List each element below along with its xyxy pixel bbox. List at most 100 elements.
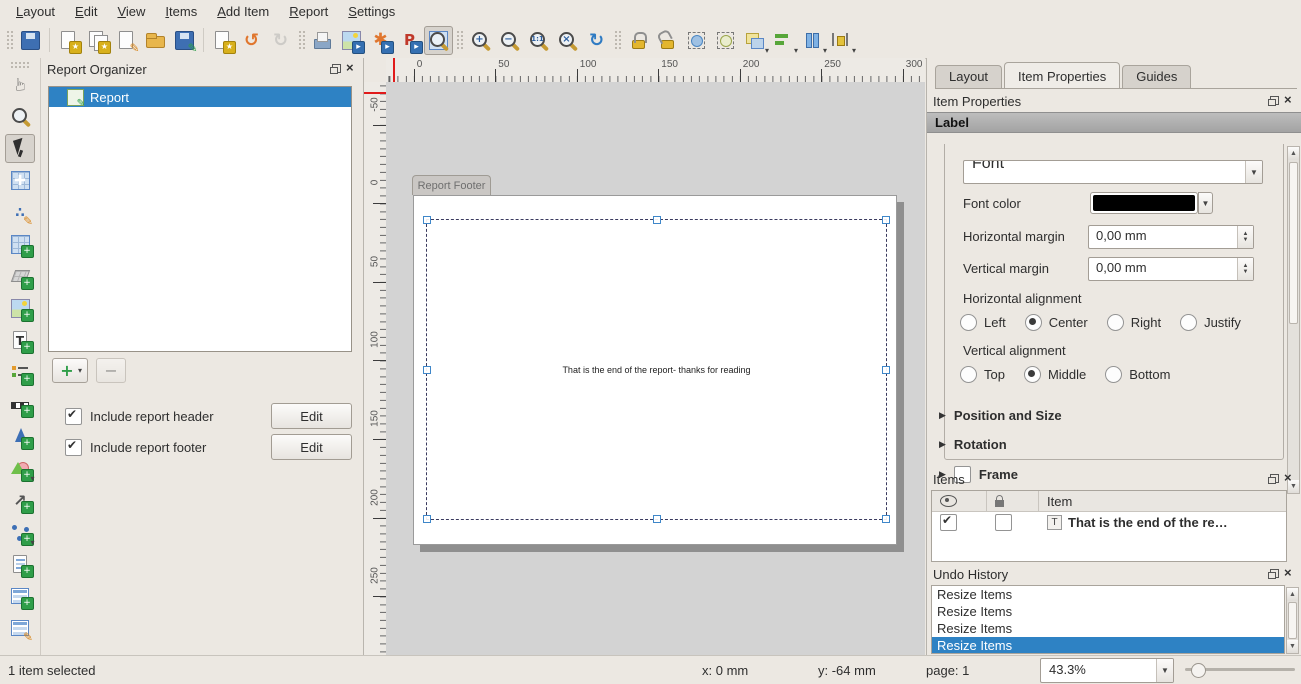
font-color-swatch[interactable] xyxy=(1090,192,1198,214)
close-panel-icon[interactable] xyxy=(1284,474,1295,485)
layout-manager-button[interactable]: ✎ xyxy=(112,26,141,55)
select-move-item-tool-button[interactable] xyxy=(5,134,35,163)
selection-handle[interactable] xyxy=(882,515,890,523)
item-locked-checkbox[interactable] xyxy=(995,514,1012,531)
pan-tool-button[interactable]: ☞ xyxy=(5,70,35,99)
menu-layout[interactable]: Layout xyxy=(6,2,65,21)
halign-left-radio[interactable] xyxy=(960,314,977,331)
new-layout-button[interactable]: ★ xyxy=(54,26,83,55)
item-properties-scrollbar[interactable]: ▲ ▼ xyxy=(1287,146,1300,494)
add-picture-button[interactable]: + xyxy=(5,294,35,323)
edit-nodes-tool-button[interactable]: ∴✎ xyxy=(5,198,35,227)
table-row[interactable]: T That is the end of the re… xyxy=(932,512,1286,533)
zoom-tool-button[interactable] xyxy=(5,102,35,131)
valign-top-radio[interactable] xyxy=(960,366,977,383)
undo-entry[interactable]: Resize Items xyxy=(932,637,1284,654)
scroll-up-icon[interactable]: ▲ xyxy=(1287,588,1298,601)
section-rotation[interactable]: ▶Rotation xyxy=(939,437,1007,452)
menu-settings[interactable]: Settings xyxy=(338,2,405,21)
selection-handle[interactable] xyxy=(653,216,661,224)
selection-handle[interactable] xyxy=(653,515,661,523)
zoom-preview-tool-button[interactable] xyxy=(424,26,453,55)
refresh-view-button[interactable]: ↻ xyxy=(582,26,611,55)
selection-handle[interactable] xyxy=(423,366,431,374)
add-scalebar-button[interactable]: + xyxy=(5,390,35,419)
menu-view[interactable]: View xyxy=(107,2,155,21)
selection-handle[interactable] xyxy=(882,216,890,224)
zoom-out-button[interactable]: − xyxy=(495,26,524,55)
lock-items-button[interactable] xyxy=(624,26,653,55)
tree-item-report[interactable]: Report xyxy=(49,87,351,107)
font-color-dropdown[interactable]: ▼ xyxy=(1198,192,1213,214)
save-project-button[interactable] xyxy=(16,26,45,55)
spinner-arrows-icon[interactable]: ▲▼ xyxy=(1237,226,1253,248)
unlock-items-button[interactable] xyxy=(653,26,682,55)
tab-guides[interactable]: Guides xyxy=(1122,65,1191,88)
zoom-level-combo[interactable]: 43.3% ▼ xyxy=(1040,658,1174,683)
export-image-button[interactable]: ▸ xyxy=(337,26,366,55)
section-position-and-size[interactable]: ▶Position and Size xyxy=(939,408,1062,423)
include-header-checkbox[interactable] xyxy=(65,408,82,425)
redo-button[interactable]: ↻ xyxy=(266,26,295,55)
open-layout-button[interactable] xyxy=(141,26,170,55)
add-fixed-table-button[interactable]: ✎ xyxy=(5,614,35,643)
add-html-button[interactable]: + xyxy=(5,550,35,579)
tab-item-properties[interactable]: Item Properties xyxy=(1004,62,1120,88)
add-label-button[interactable]: T+ xyxy=(5,326,35,355)
scroll-down-icon[interactable]: ▼ xyxy=(1287,640,1298,653)
item-visible-checkbox[interactable] xyxy=(940,514,957,531)
close-panel-icon[interactable] xyxy=(1284,96,1295,107)
font-button[interactable]: Font ▼ xyxy=(963,160,1263,184)
close-panel-icon[interactable] xyxy=(346,64,357,75)
resize-items-button[interactable]: ▾ xyxy=(827,26,856,55)
zoom-slider[interactable] xyxy=(1185,668,1295,671)
deselect-items-button[interactable] xyxy=(711,26,740,55)
menu-report[interactable]: Report xyxy=(279,2,338,21)
undo-history-scrollbar[interactable]: ▲ ▼ xyxy=(1286,587,1299,654)
float-panel-icon[interactable] xyxy=(330,64,341,75)
align-items-button[interactable]: ▾ xyxy=(769,26,798,55)
label-item[interactable]: That is the end of the report- thanks fo… xyxy=(426,219,887,520)
selection-handle[interactable] xyxy=(882,366,890,374)
print-button[interactable] xyxy=(308,26,337,55)
scrollbar-thumb[interactable] xyxy=(1289,162,1298,324)
add-north-arrow-button[interactable]: + xyxy=(5,422,35,451)
add-arrow-button[interactable]: ↗+ xyxy=(5,486,35,515)
canvas-viewport[interactable]: Report Footer That is the end of the rep… xyxy=(386,82,925,656)
export-pdf-button[interactable]: P▸ xyxy=(395,26,424,55)
vertical-margin-spinbox[interactable]: 0,00 mm ▲▼ xyxy=(1088,257,1254,281)
spinner-arrows-icon[interactable]: ▲▼ xyxy=(1237,258,1253,280)
zoom-actual-button[interactable]: 1:1 xyxy=(524,26,553,55)
edit-header-button[interactable]: Edit xyxy=(271,403,352,429)
select-items-by-shape-button[interactable] xyxy=(682,26,711,55)
halign-center-radio[interactable] xyxy=(1025,314,1042,331)
remove-report-section-button[interactable]: − xyxy=(96,358,126,383)
scroll-up-icon[interactable]: ▲ xyxy=(1288,147,1299,160)
float-panel-icon[interactable] xyxy=(1268,569,1279,580)
menu-edit[interactable]: Edit xyxy=(65,2,107,21)
float-panel-icon[interactable] xyxy=(1268,96,1279,107)
include-footer-checkbox[interactable] xyxy=(65,439,82,456)
save-as-button[interactable]: ✎ xyxy=(170,26,199,55)
export-svg-button[interactable]: ✱▸ xyxy=(366,26,395,55)
valign-middle-radio[interactable] xyxy=(1024,366,1041,383)
raise-items-button[interactable]: ▾ xyxy=(740,26,769,55)
selection-handle[interactable] xyxy=(423,515,431,523)
toolbar-drag-handle[interactable] xyxy=(456,30,463,50)
move-item-content-tool-button[interactable]: ✚ xyxy=(5,166,35,195)
duplicate-layout-button[interactable]: ★ xyxy=(83,26,112,55)
add-3d-map-button[interactable]: + xyxy=(5,262,35,291)
halign-justify-radio[interactable] xyxy=(1180,314,1197,331)
undo-entry[interactable]: Resize Items xyxy=(932,603,1284,620)
add-map-button[interactable]: + xyxy=(5,230,35,259)
edit-footer-button[interactable]: Edit xyxy=(271,434,352,460)
undo-entry[interactable]: Resize Items xyxy=(932,620,1284,637)
new-item-button[interactable]: ★ xyxy=(208,26,237,55)
undo-button[interactable]: ↺ xyxy=(237,26,266,55)
toolbar-drag-handle[interactable] xyxy=(614,30,621,50)
halign-right-radio[interactable] xyxy=(1107,314,1124,331)
scrollbar-thumb[interactable] xyxy=(1288,602,1297,639)
add-report-section-button[interactable]: + ▾ xyxy=(52,358,88,383)
toolbar-drag-handle[interactable] xyxy=(10,61,30,68)
close-panel-icon[interactable] xyxy=(1284,569,1295,580)
